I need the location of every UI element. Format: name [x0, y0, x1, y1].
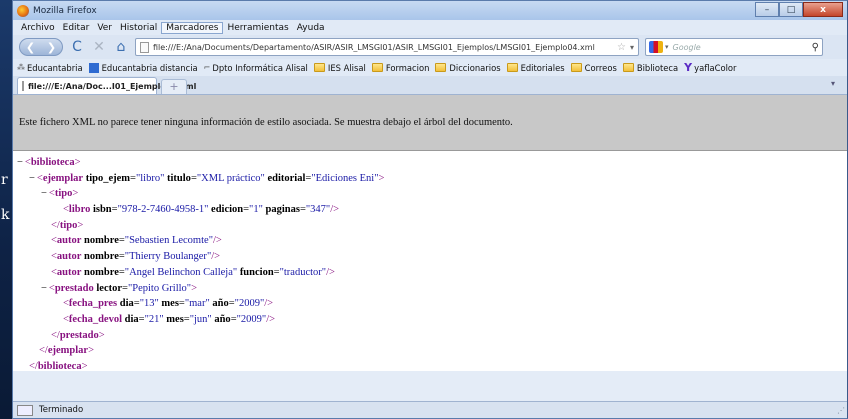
menu-herramientas[interactable]: Herramientas — [223, 23, 292, 33]
desktop-background-strip: r k — [0, 0, 12, 419]
status-text: Terminado — [39, 405, 84, 415]
bookmark-label: Educantabria distancia — [101, 62, 198, 73]
url-bar[interactable]: file:///E:/Ana/Documents/Departamento/AS… — [135, 38, 639, 56]
search-icon[interactable]: ⚲ — [812, 42, 819, 53]
yahoo-icon: Y — [684, 61, 693, 74]
new-tab-button[interactable]: + — [161, 79, 187, 94]
xml-line-tipo-open: − <tipo> — [41, 188, 79, 200]
resize-grip-icon[interactable]: ⋰ — [837, 406, 845, 415]
xml-line-ejemplar-open: − <ejemplar tipo_ejem="libro" titulo="XML… — [29, 172, 385, 184]
back-icon[interactable]: ❮ — [26, 41, 35, 54]
folder-icon — [371, 63, 383, 72]
bookmark-label: yaflaColor — [694, 62, 737, 73]
menu-historial[interactable]: Historial — [116, 23, 161, 33]
xml-line-biblioteca-close: </biblioteca> — [29, 360, 88, 372]
bookmark-label: Biblioteca — [636, 62, 679, 73]
title-bar[interactable]: Mozilla Firefox – □ x — [13, 1, 847, 20]
background-glyph: r — [1, 172, 8, 188]
minimize-button[interactable]: – — [755, 2, 779, 17]
navigation-toolbar: ❮ ❯ C ✕ ⌂ file:///E:/Ana/Documents/Depar… — [13, 35, 847, 59]
collapse-toggle[interactable]: − — [29, 173, 35, 184]
menu-editar[interactable]: Editar — [59, 23, 94, 33]
xml-line-autor: <autor nombre="Sebastien Lecomte"/> — [51, 235, 222, 247]
search-input[interactable]: Google — [673, 43, 812, 52]
window-controls: – □ x — [755, 2, 843, 19]
window-title: Mozilla Firefox — [33, 5, 97, 16]
xml-line-libro: <libro isbn="978-2-7460-4958-1" edicion=… — [63, 204, 340, 216]
xml-tree: − <biblioteca> − <ejemplar tipo_ejem="libr… — [13, 151, 847, 372]
stop-icon[interactable]: ✕ — [91, 39, 107, 55]
forward-icon[interactable]: ❯ — [47, 41, 56, 54]
bookmark-ies-alisal[interactable]: IES Alisal — [313, 62, 366, 73]
xml-line-fecha-pres: <fecha_pres dia="13" mes="mar" año="2009… — [63, 298, 274, 310]
site-icon — [88, 62, 99, 73]
page-icon — [22, 81, 24, 91]
xml-line-tipo-close: </tipo> — [51, 219, 84, 231]
info-message: Este fichero XML no parece tener ninguna… — [19, 117, 513, 128]
page-icon — [140, 41, 149, 53]
folder-icon — [622, 63, 634, 72]
bookmark-star-icon[interactable]: ☆ — [617, 42, 626, 53]
site-icon: ⌐ — [203, 63, 211, 72]
status-icon — [17, 404, 33, 416]
bookmark-label: IES Alisal — [327, 62, 366, 73]
bookmark-formacion[interactable]: Formacion — [371, 62, 430, 73]
folder-icon — [435, 63, 447, 72]
xml-line-autor: <autor nombre="Thierry Boulanger"/> — [51, 251, 221, 263]
close-button[interactable]: x — [803, 2, 843, 17]
xml-line-prestado-open: − <prestado lector="Pepito Grillo"> — [41, 282, 198, 294]
reload-icon[interactable]: C — [69, 39, 85, 55]
collapse-toggle[interactable]: − — [41, 283, 47, 294]
bookmark-label: Formacion — [385, 62, 430, 73]
tab-active[interactable]: file:///E:/Ana/Doc...I01_Ejemplo04.xml — [17, 77, 196, 94]
menu-marcadores[interactable]: Marcadores — [161, 21, 224, 34]
collapse-toggle[interactable]: − — [17, 157, 23, 168]
search-bar[interactable]: ▾ Google ⚲ — [645, 38, 823, 56]
bookmark-label: Educantabria — [27, 62, 83, 73]
collapse-toggle[interactable]: − — [41, 188, 47, 199]
firefox-icon — [17, 4, 29, 17]
google-engine-icon[interactable] — [649, 41, 663, 53]
xml-line-fecha-devol: <fecha_devol dia="21" mes="jun" año="200… — [63, 313, 276, 325]
most-visited-icon: ⁂ — [17, 63, 25, 72]
url-text[interactable]: file:///E:/Ana/Documents/Departamento/AS… — [153, 43, 613, 52]
maximize-button[interactable]: □ — [779, 2, 803, 17]
xml-line-biblioteca-open: − <biblioteca> — [17, 157, 81, 168]
xml-line-prestado-close: </prestado> — [51, 329, 105, 341]
browser-window: Mozilla Firefox – □ x Archivo Editar Ver… — [12, 0, 848, 419]
folder-icon — [313, 63, 325, 72]
bookmark-yaflacolor[interactable]: YyaflaColor — [684, 61, 736, 74]
menu-ayuda[interactable]: Ayuda — [293, 23, 329, 33]
tab-strip: file:///E:/Ana/Doc...I01_Ejemplo04.xml +… — [13, 76, 847, 95]
background-glyph: k — [1, 207, 10, 223]
bookmark-educantabria[interactable]: ⁂ Educantabria — [17, 63, 83, 73]
bookmark-educantabria-distancia[interactable]: Educantabria distancia — [88, 62, 198, 73]
bookmark-editoriales[interactable]: Editoriales — [506, 62, 565, 73]
bookmark-label: Diccionarios — [449, 62, 501, 73]
tab-list-dropdown-icon[interactable]: ▾ — [831, 79, 843, 94]
bookmark-label: Editoriales — [520, 62, 565, 73]
bookmark-label: Dpto Informática Alisal — [212, 62, 308, 73]
url-history-dropdown-icon[interactable]: ▾ — [630, 43, 634, 52]
menu-archivo[interactable]: Archivo — [17, 23, 59, 33]
menu-ver[interactable]: Ver — [93, 23, 116, 33]
menu-bar: Archivo Editar Ver Historial Marcadores … — [13, 20, 847, 35]
bookmark-dpto-informatica[interactable]: ⌐ Dpto Informática Alisal — [204, 63, 308, 73]
xml-info-banner: Este fichero XML no parece tener ninguna… — [13, 95, 847, 151]
folder-icon — [570, 63, 582, 72]
bookmarks-toolbar: ⁂ Educantabria Educantabria distancia ⌐ Dp… — [13, 59, 847, 76]
bookmark-label: Correos — [584, 62, 617, 73]
status-bar: Terminado ⋰ — [13, 401, 847, 418]
bookmark-correos[interactable]: Correos — [570, 62, 617, 73]
bookmark-biblioteca[interactable]: Biblioteca — [622, 62, 679, 73]
xml-line-autor: <autor nombre="Angel Belinchon Calleja" … — [51, 266, 335, 278]
folder-icon — [506, 63, 518, 72]
home-icon[interactable]: ⌂ — [113, 39, 129, 55]
engine-dropdown-icon[interactable]: ▾ — [665, 43, 669, 51]
back-forward-group: ❮ ❯ — [19, 38, 63, 56]
xml-line-ejemplar-close: </ejemplar> — [39, 345, 94, 357]
bookmark-diccionarios[interactable]: Diccionarios — [435, 62, 501, 73]
